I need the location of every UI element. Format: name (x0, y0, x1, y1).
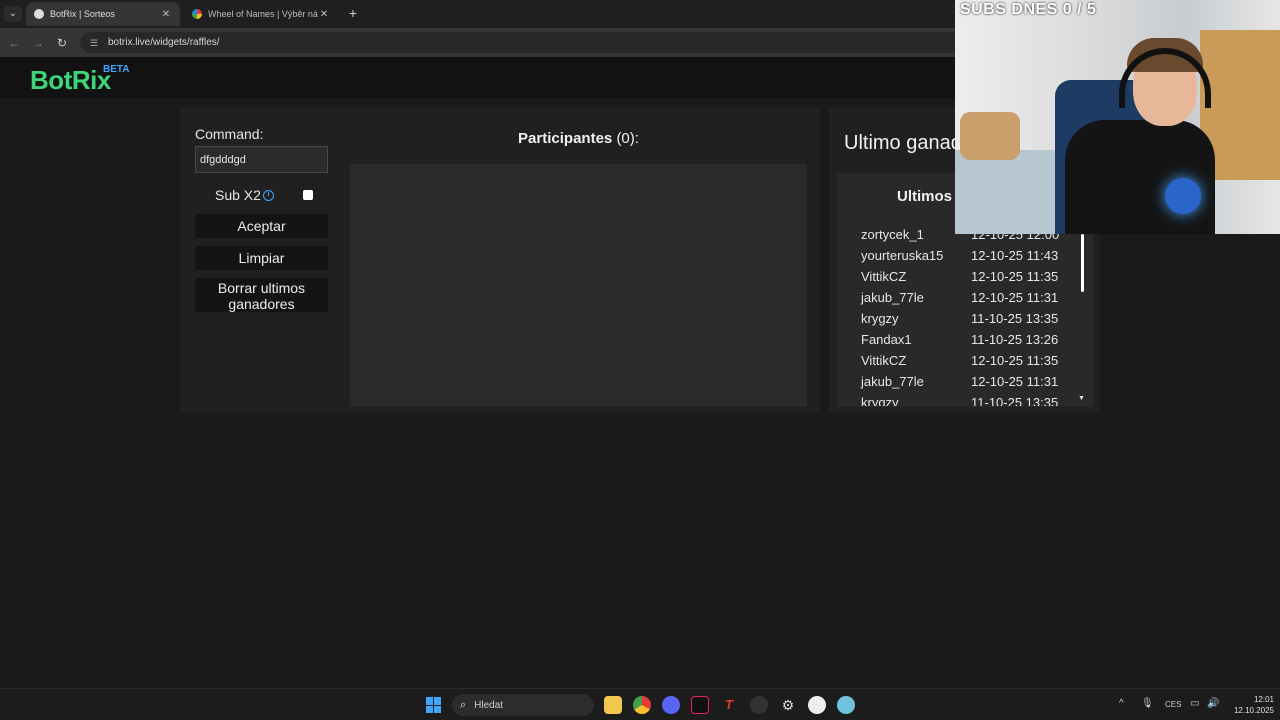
last-winner-title: Ultimo ganad (844, 132, 962, 154)
winner-row: Fandax1 11-10-25 13:26 (861, 332, 1071, 352)
webcam-overlay (955, 0, 1280, 234)
file-explorer-icon[interactable] (604, 696, 622, 714)
participants-label: Participantes (518, 130, 613, 147)
windows-start-icon[interactable] (426, 697, 442, 713)
winners-list-title: Ultimos (897, 188, 953, 205)
subs-counter: SUBS DNES 0 / 5 (960, 1, 1097, 18)
delete-last-winners-button[interactable]: Borrar ultimos ganadores (195, 278, 328, 312)
winner-row: krygzy 11-10-25 13:35 (861, 395, 1071, 406)
sub-x2-label: Sub X2 (215, 187, 261, 203)
tab-title: BotRix | Sorteos (50, 9, 115, 19)
winner-row: jakub_77le 12-10-25 11:31 (861, 374, 1071, 394)
tab-botrix[interactable]: BotRix | Sorteos ✕ (26, 2, 180, 26)
winner-name: zortycek_1 (861, 227, 924, 242)
obs-icon[interactable] (750, 696, 768, 714)
new-tab-button[interactable]: + (345, 5, 361, 21)
winner-time: 12-10-25 11:31 (971, 290, 1059, 305)
clock-date: 12.10.2025 (1233, 706, 1274, 715)
winner-name: krygzy (861, 311, 899, 326)
participants-list (350, 164, 807, 407)
winner-name: VittikCZ (861, 269, 907, 284)
back-icon[interactable]: ← (6, 35, 22, 51)
beta-badge: BETA (103, 64, 130, 75)
url-input[interactable]: ☰ botrix.live/widgets/raffles/ (80, 32, 980, 53)
volume-icon[interactable]: 🔊 (1207, 698, 1219, 709)
winner-time: 11-10-25 13:35 (971, 311, 1059, 326)
tab-close-icon[interactable]: ✕ (318, 9, 330, 20)
search-placeholder: Hledat (474, 699, 504, 711)
winner-row: VittikCZ 12-10-25 11:35 (861, 353, 1071, 373)
info-icon[interactable]: i (263, 190, 274, 201)
tab-title: Wheel of Names | Výběr náhod (208, 9, 318, 19)
language-indicator[interactable]: CES (1165, 700, 1181, 709)
url-text: botrix.live/widgets/raffles/ (108, 37, 220, 48)
winner-time: 11-10-25 13:35 (971, 395, 1059, 406)
winner-time: 12-10-25 11:35 (971, 269, 1059, 284)
winner-time: 12-10-25 11:31 (971, 374, 1059, 389)
winners-scrollbar-thumb[interactable] (1081, 234, 1084, 292)
accept-button[interactable]: Aceptar (195, 214, 328, 238)
winner-row: yourteruska15 12-10-25 11:43 (861, 248, 1071, 268)
winner-time: 12-10-25 11:43 (971, 248, 1059, 263)
winner-time: 11-10-25 13:26 (971, 332, 1059, 347)
g-hub-icon[interactable] (808, 696, 826, 714)
microphone (1165, 178, 1201, 214)
winner-row: krygzy 11-10-25 13:35 (861, 311, 1071, 331)
winner-name: Fandax1 (861, 332, 912, 347)
clock[interactable]: 12:01 12.10.2025 (1226, 694, 1274, 716)
winner-time: 12-10-25 11:35 (971, 353, 1059, 368)
taskbar-search[interactable]: ⌕ Hledat (452, 694, 594, 716)
winner-row: jakub_77le 12-10-25 11:31 (861, 290, 1071, 310)
network-app-icon[interactable] (837, 696, 855, 714)
clear-button[interactable]: Limpiar (195, 246, 328, 270)
winner-name: jakub_77le (861, 290, 924, 305)
settings-gear-icon[interactable]: ⚙ (779, 696, 797, 714)
chrome-icon[interactable] (633, 696, 651, 714)
winner-name: krygzy (861, 395, 899, 406)
search-icon: ⌕ (460, 698, 467, 711)
participants-count: (0): (616, 130, 639, 147)
winner-row: VittikCZ 12-10-25 11:35 (861, 269, 1071, 289)
clock-time: 12:01 (1253, 695, 1274, 704)
botrix-logo[interactable]: BotRix (30, 65, 111, 96)
reload-icon[interactable]: ↻ (54, 35, 70, 51)
discord-icon[interactable] (662, 696, 680, 714)
command-label: Command: (195, 126, 264, 142)
command-input[interactable]: dfgdddgd (195, 146, 328, 173)
sub-x2-checkbox[interactable] (303, 190, 313, 200)
network-icon[interactable]: ▭ (1190, 698, 1199, 709)
wheel-favicon-icon (192, 9, 202, 19)
tray-chevron-icon[interactable]: ^ (1119, 698, 1124, 709)
text-app-icon[interactable]: T (720, 696, 738, 714)
scroll-down-arrow-icon[interactable]: ▼ (1078, 395, 1085, 402)
winner-name: VittikCZ (861, 353, 907, 368)
microphone-tray-icon[interactable]: 🎙 (1141, 698, 1154, 709)
botrix-favicon-icon (34, 9, 44, 19)
tiktok-icon[interactable] (691, 696, 709, 714)
tab-search-menu-icon[interactable]: ⌄ (4, 6, 22, 22)
participants-heading: Participantes (0): (350, 130, 807, 147)
taskbar: ⌕ Hledat T ⚙ ^ 🎙 CES ▭ 🔊 12:01 12.10.202… (0, 688, 1280, 720)
site-info-icon[interactable]: ☰ (90, 38, 100, 48)
winner-name: jakub_77le (861, 374, 924, 389)
tab-wheel-of-names[interactable]: Wheel of Names | Výběr náhod ✕ (184, 2, 338, 26)
forward-icon[interactable]: → (30, 35, 46, 51)
tab-close-icon[interactable]: ✕ (160, 9, 172, 20)
winner-name: yourteruska15 (861, 248, 944, 263)
